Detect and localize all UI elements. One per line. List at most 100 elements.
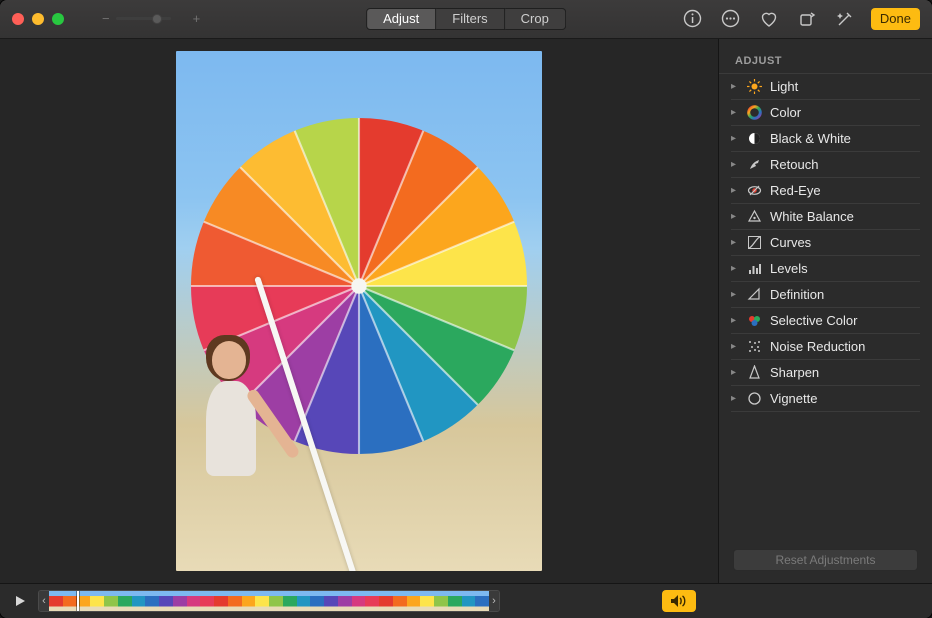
video-timeline[interactable]: ‹ ›	[38, 590, 500, 612]
timeline-frame[interactable]	[159, 591, 173, 611]
photo-canvas	[0, 39, 718, 583]
chevron-right-icon: ▸	[731, 367, 739, 378]
timeline-frame[interactable]	[338, 591, 352, 611]
reset-adjustments-button[interactable]: Reset Adjustments	[733, 549, 918, 571]
adjust-sidebar: ADJUST ▸Light▸Color▸Black & White▸Retouc…	[718, 39, 932, 583]
chevron-right-icon: ▸	[731, 393, 739, 404]
zoom-slider[interactable]: − +	[102, 11, 200, 26]
adjustment-retouch[interactable]: ▸Retouch	[731, 152, 920, 178]
adjustment-label: Noise Reduction	[770, 339, 865, 354]
timeline-frame[interactable]	[324, 591, 338, 611]
timeline-frame[interactable]	[49, 591, 63, 611]
chevron-right-icon: ▸	[731, 289, 739, 300]
chevron-right-icon: ▸	[731, 211, 739, 222]
minimize-window-button[interactable]	[32, 13, 44, 25]
trim-end-handle[interactable]: ›	[489, 591, 499, 611]
close-window-button[interactable]	[12, 13, 24, 25]
timeline-frame[interactable]	[393, 591, 407, 611]
timeline-frame[interactable]	[297, 591, 311, 611]
favorite-button[interactable]	[757, 7, 781, 31]
chevron-right-icon: ▸	[731, 159, 739, 170]
adjustment-label: Curves	[770, 235, 811, 250]
timeline-frame[interactable]	[173, 591, 187, 611]
adjustment-color[interactable]: ▸Color	[731, 100, 920, 126]
tab-filters[interactable]: Filters	[436, 8, 504, 30]
photo-preview[interactable]	[176, 51, 542, 571]
adjustments-list: ▸Light▸Color▸Black & White▸Retouch▸Red-E…	[719, 74, 932, 539]
audio-button[interactable]	[662, 590, 696, 612]
timeline-frame[interactable]	[475, 591, 489, 611]
light-icon	[747, 79, 762, 94]
timeline-frame[interactable]	[365, 591, 379, 611]
timeline-frame[interactable]	[187, 591, 201, 611]
adjustment-wb[interactable]: ▸White Balance	[731, 204, 920, 230]
rotate-button[interactable]	[795, 7, 819, 31]
trim-start-handle[interactable]: ‹	[39, 591, 49, 611]
redeye-icon	[747, 183, 762, 198]
done-button[interactable]: Done	[871, 8, 920, 30]
person-graphic	[194, 341, 264, 531]
timeline-frame[interactable]	[269, 591, 283, 611]
adjustment-label: Levels	[770, 261, 808, 276]
levels-icon	[747, 261, 762, 276]
playhead[interactable]	[77, 590, 79, 612]
zoom-out-icon: −	[102, 11, 110, 26]
adjustment-noise[interactable]: ▸Noise Reduction	[731, 334, 920, 360]
adjustment-selective[interactable]: ▸ Selective Color	[731, 308, 920, 334]
adjustment-label: Color	[770, 105, 801, 120]
play-button[interactable]	[14, 595, 30, 607]
timeline-frame[interactable]	[145, 591, 159, 611]
more-button[interactable]	[719, 7, 743, 31]
timeline-frame[interactable]	[407, 591, 421, 611]
noise-icon	[747, 339, 762, 354]
timeline-frame[interactable]	[228, 591, 242, 611]
adjustment-definition[interactable]: ▸Definition	[731, 282, 920, 308]
timeline-frame[interactable]	[200, 591, 214, 611]
auto-enhance-button[interactable]	[833, 7, 857, 31]
timeline-frame[interactable]	[310, 591, 324, 611]
timeline-frame[interactable]	[255, 591, 269, 611]
toolbar-right: Done	[681, 7, 920, 31]
footer: ‹ ›	[0, 583, 932, 618]
timeline-frame[interactable]	[118, 591, 132, 611]
timeline-frame[interactable]	[63, 591, 77, 611]
sharpen-icon	[747, 365, 762, 380]
tab-adjust[interactable]: Adjust	[366, 8, 436, 30]
adjustment-label: Black & White	[770, 131, 851, 146]
zoom-in-icon: +	[193, 11, 201, 26]
zoom-knob[interactable]	[152, 14, 162, 24]
timeline-frames[interactable]	[49, 591, 489, 611]
adjustment-label: Sharpen	[770, 365, 819, 380]
info-button[interactable]	[681, 7, 705, 31]
adjustment-light[interactable]: ▸Light	[731, 74, 920, 100]
curves-icon	[747, 235, 762, 250]
adjustment-levels[interactable]: ▸Levels	[731, 256, 920, 282]
timeline-frame[interactable]	[132, 591, 146, 611]
adjustment-redeye[interactable]: ▸Red-Eye	[731, 178, 920, 204]
timeline-frame[interactable]	[462, 591, 476, 611]
adjustment-curves[interactable]: ▸Curves	[731, 230, 920, 256]
adjustment-vignette[interactable]: ▸Vignette	[731, 386, 920, 412]
fullscreen-window-button[interactable]	[52, 13, 64, 25]
adjustment-label: Selective Color	[770, 313, 857, 328]
chevron-right-icon: ▸	[731, 185, 739, 196]
timeline-frame[interactable]	[434, 591, 448, 611]
timeline-frame[interactable]	[379, 591, 393, 611]
adjustment-bw[interactable]: ▸Black & White	[731, 126, 920, 152]
timeline-area: ‹ ›	[14, 590, 696, 612]
timeline-frame[interactable]	[283, 591, 297, 611]
timeline-frame[interactable]	[90, 591, 104, 611]
tab-crop[interactable]: Crop	[505, 8, 566, 30]
timeline-frame[interactable]	[242, 591, 256, 611]
timeline-frame[interactable]	[104, 591, 118, 611]
color-icon	[747, 105, 762, 120]
adjustment-sharpen[interactable]: ▸ Sharpen	[731, 360, 920, 386]
chevron-right-icon: ▸	[731, 315, 739, 326]
timeline-frame[interactable]	[352, 591, 366, 611]
timeline-frame[interactable]	[214, 591, 228, 611]
timeline-frame[interactable]	[420, 591, 434, 611]
zoom-track[interactable]	[116, 17, 171, 20]
definition-icon	[747, 287, 762, 302]
retouch-icon	[747, 157, 762, 172]
timeline-frame[interactable]	[448, 591, 462, 611]
